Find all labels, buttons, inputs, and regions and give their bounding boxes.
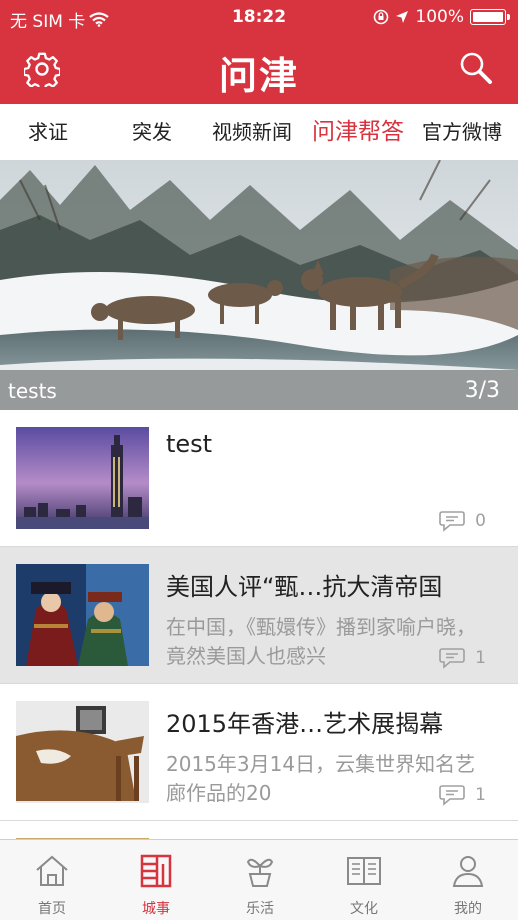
news-thumbnail [16,564,149,666]
tab-video-news[interactable]: 视频新闻 [212,104,292,160]
news-thumbnail [16,427,149,529]
tab-leisure[interactable]: 乐活 [208,840,312,920]
comment-icon [439,785,465,806]
tab-mine[interactable]: 我的 [416,840,518,920]
comment-count: 0 [439,510,486,532]
comment-number: 1 [475,785,486,805]
tab-official-weibo[interactable]: 官方微博 [422,104,502,160]
banner-page-counter: 3/3 [464,378,500,403]
app-header: 问津 [0,34,518,104]
bottom-tab-bar: 首页 城事 乐活 文化 我的 [0,839,518,920]
tab-city[interactable]: 城事 [104,840,208,920]
comment-number: 1 [475,648,486,668]
featured-banner[interactable]: tests 3/3 [0,160,518,410]
home-icon [36,855,68,886]
banner-caption-bar [0,370,518,410]
search-icon[interactable] [458,50,494,86]
news-title: 2015年香港…艺术展揭幕 [166,710,444,738]
tab-home-label: 首页 [38,901,66,917]
news-thumbnail [16,701,149,803]
tab-verify[interactable]: 求证 [28,104,68,160]
location-icon [396,11,409,23]
plant-icon [246,858,274,887]
tab-culture-label: 文化 [350,901,378,917]
news-summary: 在中国，《甄嬛传》播到家喻户晓，竟然美国人也感兴 [166,615,476,668]
banner-caption: tests [8,379,57,403]
tab-mine-label: 我的 [454,901,482,917]
news-item[interactable]: 2015年香港…艺术展揭幕 2015年3月14日，云集世界知名艺廊作品的20 1 [0,684,518,821]
book-icon [347,857,381,885]
system-indicators: 100% [373,7,510,27]
app-title: 问津 [218,54,299,98]
tab-leisure-label: 乐活 [246,901,274,917]
city-icon [140,854,172,888]
news-item[interactable]: test 0 [0,410,518,547]
comment-number: 0 [475,511,486,531]
tab-qa[interactable]: 问津帮答 [312,104,404,160]
comment-count: 1 [439,784,486,806]
rotation-lock-icon [374,9,389,25]
tab-breaking[interactable]: 突发 [132,104,172,160]
comment-icon [439,511,465,532]
news-item[interactable]: 美国人评“甄…抗大清帝国 在中国，《甄嬛传》播到家喻户晓，竟然美国人也感兴 1 [0,547,518,684]
comment-icon [439,648,465,669]
news-summary: 2015年3月14日，云集世界知名艺廊作品的20 [166,752,476,805]
user-icon [452,856,484,887]
tab-culture[interactable]: 文化 [312,840,416,920]
battery-percent: 100% [415,7,464,27]
category-tabs: 求证 突发 视频新闻 问津帮答 官方微博 [0,104,518,161]
comment-count: 1 [439,647,486,669]
status-bar: 无 SIM 卡 18:22 100% [0,0,518,34]
tab-city-label: 城事 [142,901,170,917]
battery-icon [470,9,510,25]
news-title: 美国人评“甄…抗大清帝国 [166,573,443,601]
news-title: test [166,430,213,458]
tab-home[interactable]: 首页 [0,840,104,920]
